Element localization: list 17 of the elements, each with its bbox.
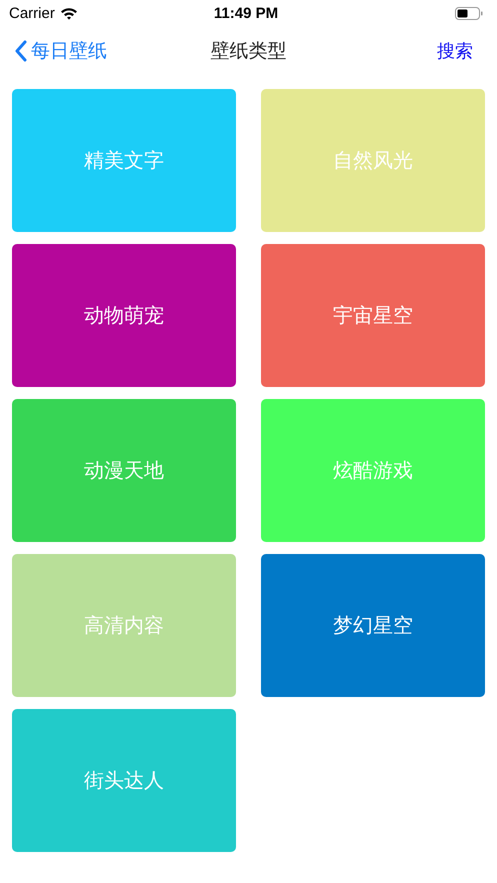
search-button[interactable]: 搜索 xyxy=(437,39,485,63)
back-button[interactable]: 每日壁纸 xyxy=(14,38,107,64)
page-title: 壁纸类型 xyxy=(210,39,286,64)
category-tile[interactable]: 动漫天地 xyxy=(12,399,236,542)
category-tile[interactable]: 高清内容 xyxy=(12,554,236,697)
category-tile[interactable]: 动物萌宠 xyxy=(12,244,236,387)
clock-time: 11:49 PM xyxy=(212,4,280,22)
wifi-icon xyxy=(60,6,78,20)
category-tile[interactable]: 街头达人 xyxy=(12,709,236,852)
category-tile[interactable]: 自然风光 xyxy=(261,89,485,232)
battery-icon xyxy=(455,6,483,20)
category-tile[interactable]: 梦幻星空 xyxy=(261,554,485,697)
category-tile[interactable]: 宇宙星空 xyxy=(261,244,485,387)
category-tile[interactable]: 炫酷游戏 xyxy=(261,399,485,542)
chevron-left-icon xyxy=(14,40,27,62)
category-tile[interactable]: 精美文字 xyxy=(12,89,236,232)
carrier-label: Carrier xyxy=(9,4,55,22)
